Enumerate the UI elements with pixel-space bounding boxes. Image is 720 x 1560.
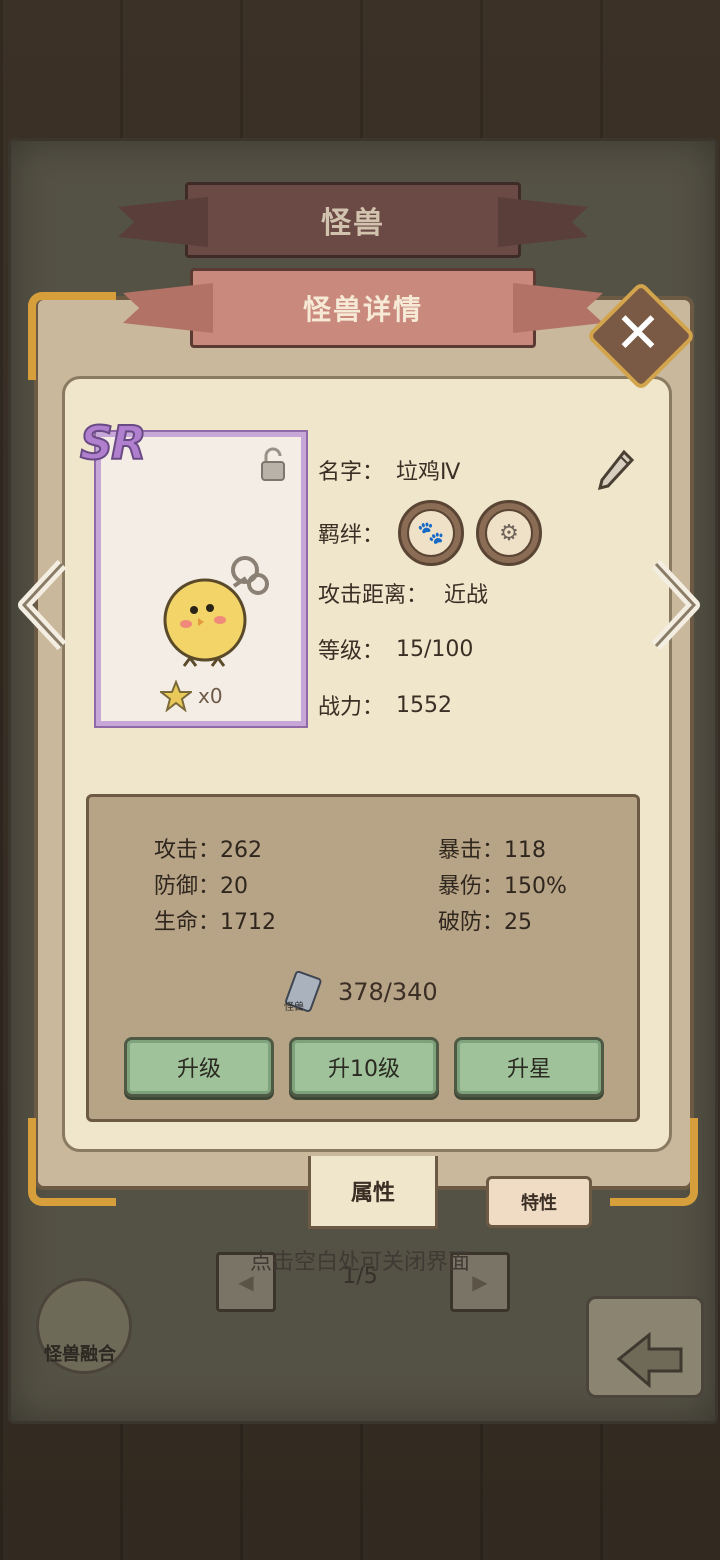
- monster-title-ribbon: 怪兽: [118, 182, 588, 258]
- power-label: 战力：: [318, 695, 385, 720]
- range-label: 攻击距离：: [318, 583, 429, 608]
- exp-card-icon: 怪兽: [284, 970, 322, 1013]
- stat-armor-break: 破防：25: [438, 910, 532, 935]
- star-up-button[interactable]: 升星: [454, 1037, 604, 1097]
- back-arrow-icon: [616, 1331, 683, 1389]
- pencil-icon[interactable]: [596, 448, 636, 492]
- corner-ornament: [610, 1118, 698, 1206]
- exp-row: 怪兽 378/340: [280, 970, 438, 1014]
- range-value: 近战: [444, 583, 489, 608]
- detail-title-ribbon: 怪兽详情: [123, 268, 603, 348]
- chick-monster-image: [163, 556, 269, 667]
- corner-ornament: [28, 1118, 116, 1206]
- level-up-button[interactable]: 升级: [124, 1037, 274, 1097]
- level-label: 等级：: [318, 639, 385, 664]
- close-hint: 点击空白处可关闭界面: [249, 1250, 470, 1275]
- bond-paw-button[interactable]: 🐾: [398, 500, 464, 566]
- next-monster-button[interactable]: [648, 559, 702, 651]
- close-icon: ✕: [614, 300, 662, 366]
- bond-row: 羁绊： 🐾 ⚙: [318, 500, 552, 566]
- detail-title: 怪兽详情: [302, 293, 423, 326]
- left-arrow-icon: [18, 559, 67, 651]
- stat-crit: 暴击：118: [438, 838, 546, 863]
- back-button[interactable]: [586, 1296, 704, 1398]
- monster-title: 怪兽: [321, 206, 385, 241]
- power-value: 1552: [396, 692, 452, 718]
- level-row: 等级： 15/100: [318, 633, 473, 665]
- paw-icon: 🐾: [407, 509, 455, 557]
- right-arrow-icon: [651, 559, 700, 651]
- range-row: 攻击距离： 近战: [318, 577, 488, 609]
- svg-text:怪兽: 怪兽: [284, 1000, 304, 1013]
- star-count: x0: [160, 680, 223, 712]
- stat-attack: 攻击：262: [154, 838, 262, 863]
- corner-ornament: [28, 292, 116, 380]
- exp-value: 378/340: [338, 978, 438, 1006]
- power-row: 战力： 1552: [318, 689, 452, 721]
- level-up-10-button[interactable]: 升10级: [289, 1037, 439, 1097]
- stat-hp: 生命：1712: [154, 910, 276, 935]
- bond-label: 羁绊：: [318, 523, 385, 548]
- name-row: 名字： 垃鸡Ⅳ: [318, 454, 460, 486]
- close-button[interactable]: ✕: [585, 280, 697, 392]
- stat-defense: 防御：20: [154, 874, 248, 899]
- tab-traits[interactable]: 特性: [486, 1176, 592, 1228]
- bond-gear-button[interactable]: ⚙: [476, 500, 542, 566]
- stat-crit-damage: 暴伤：150%: [438, 874, 567, 899]
- name-value: 垃鸡Ⅳ: [396, 460, 461, 485]
- tab-attributes[interactable]: 属性: [308, 1156, 438, 1229]
- name-label: 名字：: [318, 460, 385, 485]
- fusion-label: 怪兽融合: [44, 1344, 116, 1365]
- rarity-badge: SR: [79, 415, 148, 471]
- level-value: 15/100: [396, 636, 474, 662]
- prev-monster-button[interactable]: [16, 559, 70, 651]
- lock-icon[interactable]: [258, 446, 288, 482]
- gear-icon: ⚙: [485, 509, 533, 557]
- star-icon: [160, 680, 192, 712]
